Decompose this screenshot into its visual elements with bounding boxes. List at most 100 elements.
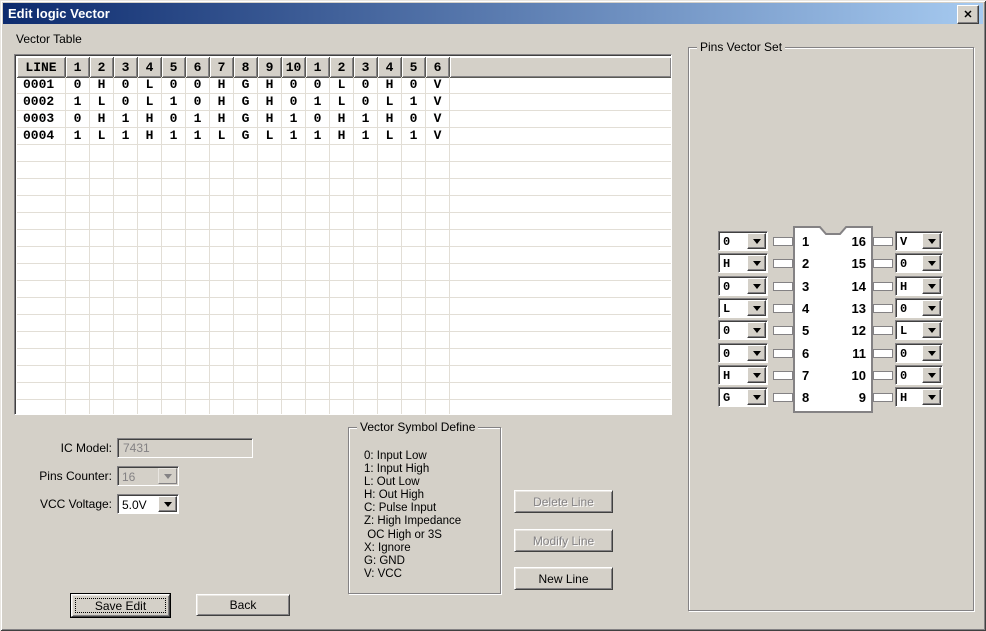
table-row-empty[interactable] xyxy=(17,315,671,332)
pin-14-select[interactable]: H xyxy=(895,276,943,296)
row-filler xyxy=(450,94,671,111)
arrow-down-glyph xyxy=(753,328,761,333)
table-row-empty[interactable] xyxy=(17,247,671,264)
empty-cell xyxy=(402,213,426,230)
empty-cell xyxy=(402,145,426,162)
pin-7-select[interactable]: H xyxy=(718,365,768,385)
titlebar[interactable]: Edit logic Vector ✕ xyxy=(3,3,983,24)
empty-cell xyxy=(114,383,138,400)
empty-cell xyxy=(66,315,90,332)
pin-2-select[interactable]: H xyxy=(718,253,768,273)
table-row-empty[interactable] xyxy=(17,230,671,247)
table-row-empty[interactable] xyxy=(17,349,671,366)
table-row-empty[interactable] xyxy=(17,145,671,162)
table-row-empty[interactable] xyxy=(17,400,671,415)
new-line-button[interactable]: New Line xyxy=(514,567,613,590)
vector-value-cell: 1 xyxy=(402,94,426,111)
empty-cell xyxy=(90,179,114,196)
dropdown-arrow-icon[interactable] xyxy=(922,367,941,383)
symbol-define-line: C: Pulse Input xyxy=(364,502,461,515)
table-row-empty[interactable] xyxy=(17,179,671,196)
table-row[interactable]: 00010H0L00HGH00L0H0V xyxy=(17,77,671,94)
pin-11-select[interactable]: 0 xyxy=(895,343,943,363)
pin-1-select[interactable]: 0 xyxy=(718,231,768,251)
dropdown-arrow-icon[interactable] xyxy=(922,233,941,249)
vector-value-cell: G xyxy=(234,111,258,128)
dropdown-arrow-icon[interactable] xyxy=(747,389,766,405)
row-filler xyxy=(450,315,671,332)
table-row-empty[interactable] xyxy=(17,162,671,179)
vector-value-cell: H xyxy=(210,77,234,94)
line-number-cell: 0003 xyxy=(17,111,66,128)
pin-13-select[interactable]: 0 xyxy=(895,298,943,318)
empty-cell xyxy=(90,162,114,179)
dropdown-arrow-icon[interactable] xyxy=(747,367,766,383)
empty-cell xyxy=(426,179,450,196)
vcc-voltage-select[interactable]: 5.0V xyxy=(117,494,179,514)
pin-16-select[interactable]: V xyxy=(895,231,943,251)
table-row[interactable]: 00021L0L10HGH01L0L1V xyxy=(17,94,671,111)
pin-15-select[interactable]: 0 xyxy=(895,253,943,273)
empty-cell xyxy=(162,383,186,400)
vector-value-cell: 1 xyxy=(306,128,330,145)
table-row[interactable]: 00041L1H11LGL11H1L1V xyxy=(17,128,671,145)
empty-cell xyxy=(402,315,426,332)
dropdown-arrow-icon[interactable] xyxy=(158,496,177,512)
pin-9-select[interactable]: H xyxy=(895,387,943,407)
table-row[interactable]: 00030H1H01HGH10H1H0V xyxy=(17,111,671,128)
dropdown-arrow-icon[interactable] xyxy=(747,322,766,338)
pin-12-select[interactable]: L xyxy=(895,320,943,340)
empty-cell xyxy=(234,332,258,349)
row-filler xyxy=(450,281,671,298)
empty-cell xyxy=(378,213,402,230)
dropdown-arrow-icon[interactable] xyxy=(747,300,766,316)
dropdown-arrow-icon[interactable] xyxy=(922,278,941,294)
close-button[interactable]: ✕ xyxy=(957,5,979,24)
dropdown-arrow-icon[interactable] xyxy=(747,345,766,361)
dropdown-arrow-icon[interactable] xyxy=(922,255,941,271)
empty-cell xyxy=(378,383,402,400)
empty-cell xyxy=(66,383,90,400)
empty-cell xyxy=(17,213,66,230)
empty-cell xyxy=(306,400,330,415)
empty-cell xyxy=(330,400,354,415)
pin-stub xyxy=(873,393,893,402)
dropdown-arrow-icon[interactable] xyxy=(922,345,941,361)
dropdown-arrow-icon[interactable] xyxy=(922,300,941,316)
pin-5-select[interactable]: 0 xyxy=(718,320,768,340)
table-row-empty[interactable] xyxy=(17,298,671,315)
vector-value-cell: H xyxy=(90,111,114,128)
table-row-empty[interactable] xyxy=(17,264,671,281)
table-row-empty[interactable] xyxy=(17,213,671,230)
pin-4-select[interactable]: L xyxy=(718,298,768,318)
empty-cell xyxy=(138,281,162,298)
empty-cell xyxy=(330,298,354,315)
table-row-empty[interactable] xyxy=(17,366,671,383)
arrow-down-glyph xyxy=(753,395,761,400)
dropdown-arrow-icon[interactable] xyxy=(747,255,766,271)
pin-6-select[interactable]: 0 xyxy=(718,343,768,363)
empty-cell xyxy=(330,247,354,264)
pin-8-select[interactable]: G xyxy=(718,387,768,407)
dropdown-arrow-icon[interactable] xyxy=(922,389,941,405)
save-edit-button[interactable]: Save Edit xyxy=(71,594,170,617)
vector-value-cell: 0 xyxy=(282,94,306,111)
empty-cell xyxy=(402,196,426,213)
table-row-empty[interactable] xyxy=(17,332,671,349)
dropdown-arrow-icon[interactable] xyxy=(922,322,941,338)
pin-row: H2150 xyxy=(718,253,943,273)
arrow-down-glyph xyxy=(928,328,936,333)
vector-value-cell: 1 xyxy=(402,128,426,145)
pin-3-select[interactable]: 0 xyxy=(718,276,768,296)
table-row-empty[interactable] xyxy=(17,196,671,213)
table-row-empty[interactable] xyxy=(17,383,671,400)
table-row-empty[interactable] xyxy=(17,281,671,298)
empty-cell xyxy=(306,162,330,179)
dropdown-arrow-icon[interactable] xyxy=(747,278,766,294)
vector-value-cell: L xyxy=(330,77,354,94)
row-filler xyxy=(450,77,671,94)
back-button[interactable]: Back xyxy=(196,594,290,616)
pin-10-select[interactable]: 0 xyxy=(895,365,943,385)
dropdown-arrow-icon[interactable] xyxy=(747,233,766,249)
empty-cell xyxy=(114,315,138,332)
